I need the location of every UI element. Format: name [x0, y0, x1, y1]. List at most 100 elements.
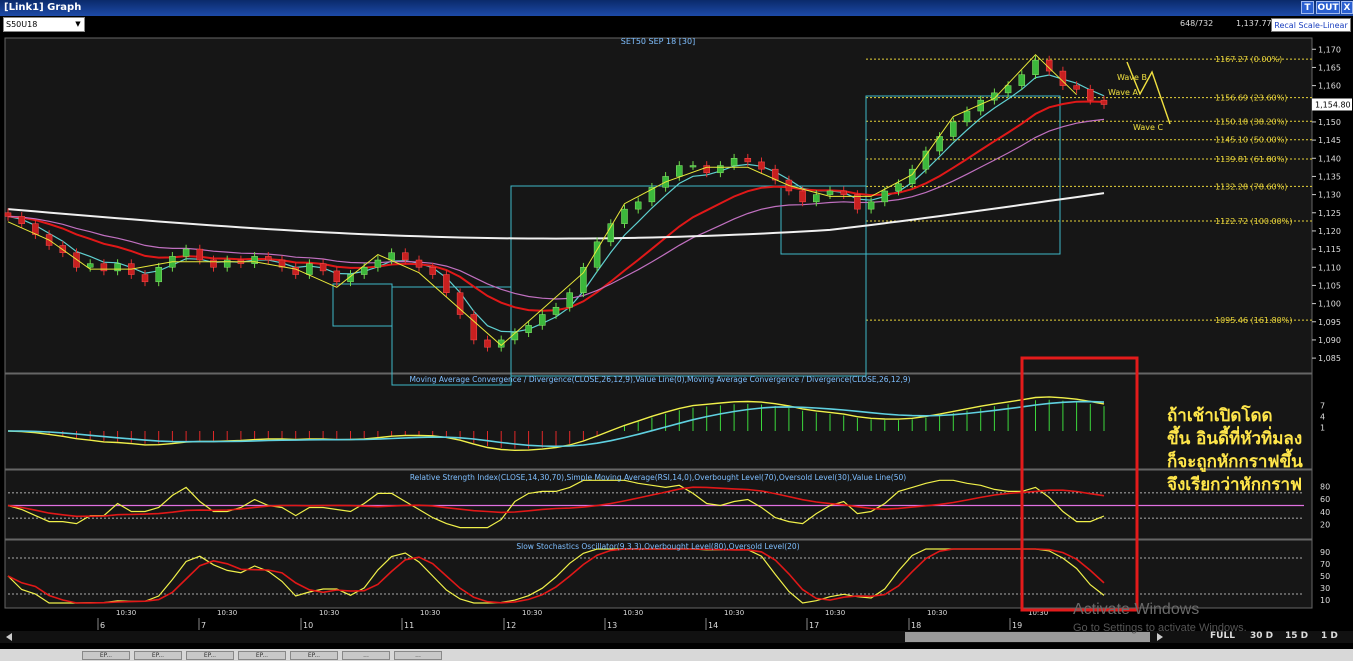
fib-label: 1139.81 (61.80%)	[1215, 155, 1287, 164]
taskbar-item[interactable]: EP...	[186, 651, 234, 660]
taskbar-item[interactable]: EP...	[238, 651, 286, 660]
x-time-label: 10:30	[724, 609, 744, 617]
y-tick-label: 1,135	[1318, 172, 1341, 181]
y-tick-label: 1,150	[1318, 118, 1341, 127]
candle-body	[141, 274, 149, 283]
taskbar-item[interactable]: EP...	[82, 651, 130, 660]
y-tick-label: 1,100	[1318, 300, 1341, 309]
candle-body	[689, 165, 697, 168]
x-time-label: 10:30	[116, 609, 136, 617]
annotation-line: ถ้าเช้าเปิดโดด	[1167, 406, 1273, 426]
x-day-label: 18	[911, 621, 921, 630]
fib-label: 1132.28 (78.60%)	[1215, 182, 1287, 191]
candle-body	[840, 190, 847, 195]
candle-body	[155, 267, 162, 283]
y-tick-label: 1,085	[1318, 354, 1341, 363]
chart-title: SET50 SEP 18 [30]	[621, 37, 695, 46]
x-day-label: 11	[404, 621, 414, 630]
candle-body	[306, 263, 313, 275]
candle-body	[470, 314, 478, 341]
annotation-line: ก็จะถูกหักกราฟขึ้น	[1167, 452, 1303, 472]
range-15d-button[interactable]: 15 D	[1285, 631, 1308, 643]
current-price-label: 1,154.80	[1315, 100, 1351, 109]
macd-title: Moving Average Convergence / Divergence(…	[409, 375, 910, 384]
candle-body	[210, 259, 217, 268]
rsi-tick-label: 80	[1320, 483, 1330, 492]
y-tick-label: 1,115	[1318, 245, 1341, 254]
stoch-tick-label: 70	[1320, 560, 1330, 569]
x-day-label: 13	[607, 621, 617, 630]
y-tick-label: 1,140	[1318, 154, 1341, 163]
fib-label: 1095.46 (161.80%)	[1215, 316, 1292, 325]
chevron-down-icon[interactable]: ▼	[73, 18, 83, 31]
candle-body	[922, 150, 930, 170]
stoch-title: Slow Stochastics Oscillator(9,3,3),Overb…	[516, 542, 799, 551]
range-1d-button[interactable]: 1 D	[1321, 631, 1338, 643]
window-title: [Link1] Graph	[4, 2, 82, 13]
candle-body	[580, 267, 587, 293]
candle-body	[1032, 59, 1039, 75]
x-day-label: 10	[303, 621, 313, 630]
wave-label: Wave B	[1117, 73, 1147, 82]
x-time-label: 10:30	[319, 609, 339, 617]
candle-body	[484, 339, 491, 348]
candle-body	[18, 216, 25, 224]
candle-body	[566, 292, 573, 308]
text-button[interactable]: T	[1301, 1, 1314, 14]
bar-position: 648/732	[1180, 19, 1214, 28]
candle-body	[86, 263, 94, 268]
fib-label: 1167.27 (0.00%)	[1215, 55, 1282, 64]
candle-body	[265, 256, 272, 261]
fib-label: 1145.10 (50.00%)	[1215, 136, 1287, 145]
y-tick-label: 1,090	[1318, 336, 1341, 345]
annotation-line: จึงเรียกว่าหักกราฟ	[1167, 475, 1303, 495]
activate-windows-watermark: Activate Windows	[1073, 601, 1200, 618]
stoch-tick-label: 10	[1320, 596, 1330, 605]
candle-body	[552, 306, 560, 315]
fib-label: 1156.69 (23.60%)	[1215, 94, 1287, 103]
taskbar-item[interactable]: EP...	[134, 651, 182, 660]
x-day-label: 19	[1012, 621, 1022, 630]
macd-tick-label: 7	[1320, 402, 1325, 411]
candle-body	[429, 267, 436, 275]
recal-scale-button[interactable]: Recal Scale-Linear	[1271, 18, 1351, 32]
candle-body	[100, 263, 108, 272]
candle-body	[744, 158, 752, 163]
out-button[interactable]: OUT	[1316, 1, 1340, 14]
range-full-button[interactable]: FULL	[1210, 631, 1235, 643]
symbol-select[interactable]: S50U18 ▼	[3, 17, 85, 32]
chart-area[interactable]: 1167.27 (0.00%) 1156.69 (23.60%) 1150.18 (…	[0, 34, 1353, 649]
stoch-tick-label: 50	[1320, 572, 1330, 581]
close-button[interactable]: X	[1341, 1, 1353, 14]
taskbar-item[interactable]: ...	[394, 651, 442, 660]
candle-body	[4, 212, 12, 217]
taskbar-item[interactable]: ...	[342, 651, 390, 660]
candle-body	[196, 248, 204, 261]
candle-body	[717, 165, 724, 174]
candle-body	[881, 190, 889, 203]
x-day-label: 7	[201, 621, 206, 630]
annotation-line: ขึ้น อินดี้ที่หัวทิ่มลง	[1167, 429, 1303, 449]
thai-annotation: ถ้าเช้าเปิดโดด ขึ้น อินดี้ที่หัวทิ่มลง ก…	[1167, 405, 1303, 497]
chart-toolbar: S50U18 ▼ 648/732 1,137.77 Recal Scale-Li…	[0, 16, 1353, 35]
stoch-tick-label: 90	[1320, 548, 1330, 557]
x-time-label: 10:30	[825, 609, 845, 617]
x-time-label: 10:30	[420, 609, 440, 617]
y-tick-label: 1,110	[1318, 263, 1341, 272]
y-tick-label: 1,105	[1318, 281, 1341, 290]
candle-body	[813, 194, 820, 203]
candle-body	[758, 161, 765, 170]
candle-body	[1100, 99, 1108, 105]
candle-body	[114, 263, 121, 272]
taskbar-item[interactable]: EP...	[290, 651, 338, 660]
macd-tick-label: 4	[1320, 412, 1325, 421]
candle-body	[676, 165, 683, 177]
candle-body	[319, 263, 327, 272]
x-day-label: 12	[506, 621, 516, 630]
y-tick-label: 1,095	[1318, 318, 1341, 327]
symbol-value: S50U18	[6, 20, 38, 29]
window-titlebar: [Link1] Graph T OUT X	[0, 0, 1353, 16]
range-30d-button[interactable]: 30 D	[1250, 631, 1273, 643]
rsi-title: Relative Strength Index(CLOSE,14,30,70),…	[410, 473, 906, 482]
candle-body	[443, 274, 450, 293]
